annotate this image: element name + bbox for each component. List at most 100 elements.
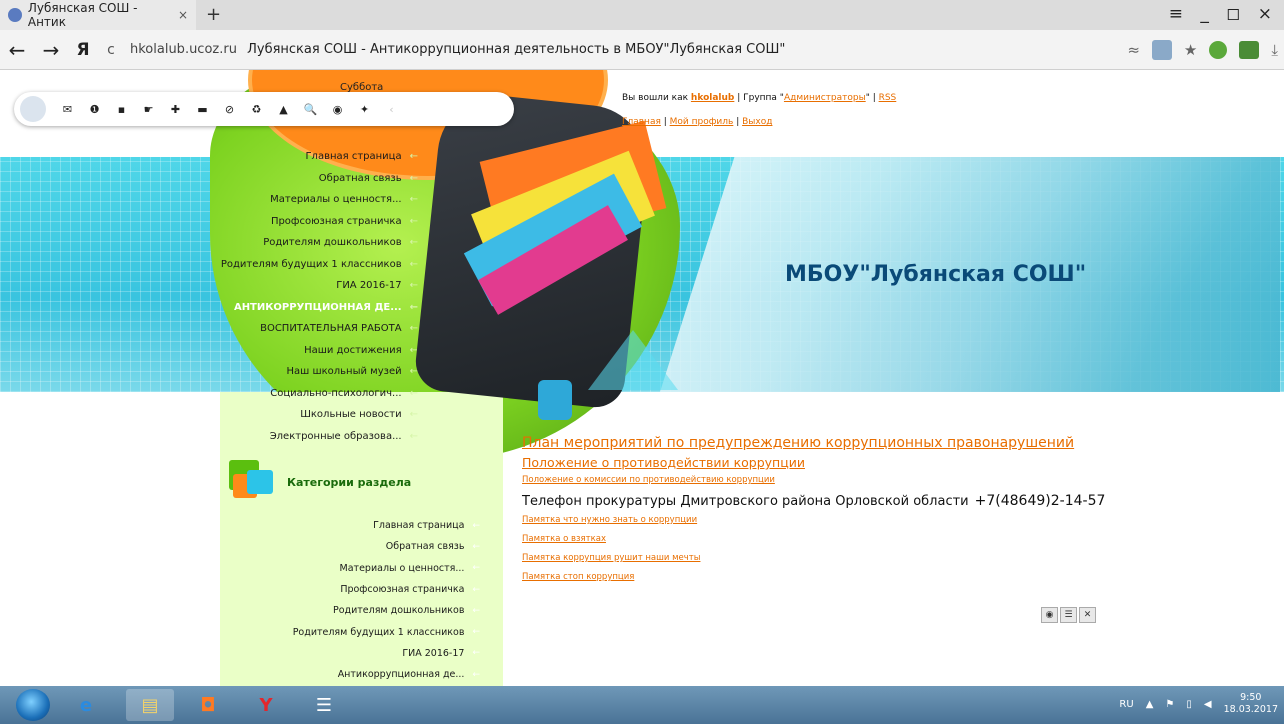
main-menu-item[interactable]: АНТИКОРРУПЦИОННАЯ ДЕ... ← bbox=[212, 297, 418, 319]
phone-text: Телефон прокуратуры Дмитровского района … bbox=[522, 494, 969, 509]
file-icon[interactable]: ▪ bbox=[108, 103, 135, 116]
memo-link[interactable]: Памятка о взятках bbox=[522, 534, 1262, 553]
main-menu-item[interactable]: Наш школьный музей ← bbox=[212, 361, 418, 383]
admin-toolbar: ✉ ❶ ▪ ☛ ✚ ▬ ⊘ ♻ ▲ 🔍 ◉ ✦ ‹ bbox=[14, 92, 514, 126]
logout-link[interactable]: Выход bbox=[742, 117, 772, 127]
memo-link[interactable]: Памятка коррупция рушит наши мечты bbox=[522, 553, 1262, 572]
tools-icon[interactable]: ✦ bbox=[351, 103, 378, 116]
extension-icon[interactable] bbox=[1209, 41, 1228, 59]
tab-close-button[interactable]: × bbox=[178, 8, 188, 22]
reload-button[interactable]: c bbox=[98, 42, 124, 58]
group-link[interactable]: Администраторы bbox=[784, 93, 866, 103]
main-menu-item-label: Электронные образова... bbox=[269, 430, 402, 442]
category-item[interactable]: Материалы о ценностя... ← bbox=[240, 558, 480, 579]
web-page: МБОУ"Лубянская СОШ" Суббота Главная стра… bbox=[0, 70, 1284, 686]
category-item[interactable]: Главная страница ← bbox=[240, 515, 480, 536]
main-menu-item[interactable]: Обратная связь ← bbox=[212, 168, 418, 190]
profile-link[interactable]: Мой профиль bbox=[670, 117, 734, 127]
username-link[interactable]: hkolalub bbox=[691, 93, 734, 103]
main-menu-item[interactable]: Электронные образова... ← bbox=[212, 426, 418, 448]
main-menu-item-label: Главная страница bbox=[305, 151, 402, 163]
info-icon[interactable]: ❶ bbox=[81, 103, 108, 116]
forward-button[interactable]: → bbox=[34, 38, 68, 62]
explorer-taskbar-icon[interactable]: ▤ bbox=[126, 689, 174, 721]
main-menu-item[interactable]: Материалы о ценностя... ← bbox=[212, 189, 418, 211]
start-button[interactable] bbox=[16, 689, 50, 721]
login-info: Вы вошли как hkolalub | Группа "Админист… bbox=[622, 93, 896, 103]
view-icon[interactable]: ◉ bbox=[1041, 607, 1058, 623]
add-icon[interactable]: ✚ bbox=[162, 103, 189, 116]
avatar[interactable] bbox=[20, 96, 46, 122]
main-menu-item-label: Социально-психологич... bbox=[270, 387, 402, 399]
category-item[interactable]: Профсоюзная страничка ← bbox=[240, 579, 480, 600]
ie-taskbar-icon[interactable]: e bbox=[62, 689, 110, 721]
main-menu-item[interactable]: Социально-психологич... ← bbox=[212, 383, 418, 405]
commission-link[interactable]: Положение о комиссии по противодействию … bbox=[522, 475, 1262, 493]
translate-icon[interactable] bbox=[1151, 40, 1172, 60]
plan-link[interactable]: План мероприятий по предупреждению корру… bbox=[522, 435, 1262, 455]
delete-icon[interactable]: ✕ bbox=[1079, 607, 1096, 623]
trash-icon[interactable]: ♻ bbox=[243, 103, 270, 116]
regulation-link[interactable]: Положение о противодействии коррупции bbox=[522, 455, 1262, 475]
url-field[interactable]: hkolalub.ucoz.ru Лубянская СОШ - Антикор… bbox=[130, 42, 785, 57]
eye-icon[interactable]: ◉ bbox=[324, 103, 351, 116]
category-item-label: Родителям дошкольников bbox=[332, 605, 465, 617]
bookmark-star-icon[interactable]: ★ bbox=[1184, 41, 1197, 59]
extension-icon-2[interactable] bbox=[1239, 41, 1260, 59]
collapse-icon[interactable]: ‹ bbox=[378, 103, 405, 116]
main-menu-item-label: Родителям дошкольников bbox=[263, 237, 402, 249]
tab-title: Лубянская СОШ - Антик bbox=[27, 1, 138, 29]
main-menu-item[interactable]: Главная страница ← bbox=[212, 146, 418, 168]
new-tab-button[interactable]: + bbox=[206, 4, 221, 25]
categories-icon bbox=[229, 460, 273, 502]
bell-icon[interactable]: ▲ bbox=[270, 103, 297, 116]
category-item[interactable]: ГИА 2016-17 ← bbox=[240, 643, 480, 664]
memo-link[interactable]: Памятка стоп коррупция bbox=[522, 572, 1262, 591]
home-link[interactable]: Главная bbox=[622, 117, 661, 127]
volume-icon[interactable]: ◀ bbox=[1204, 699, 1212, 710]
yandex-button[interactable]: Я bbox=[68, 40, 98, 60]
main-menu-item-label: Наш школьный музей bbox=[286, 366, 402, 378]
battery-icon[interactable]: ▯ bbox=[1186, 699, 1192, 710]
main-menu-item[interactable]: Школьные новости ← bbox=[212, 404, 418, 426]
folder-icon[interactable]: ▬ bbox=[189, 103, 216, 116]
address-bar-tools: ≈ ★ ⤓ bbox=[1127, 40, 1278, 60]
mail-icon[interactable]: ✉ bbox=[54, 103, 81, 116]
block-icon[interactable]: ⊘ bbox=[216, 103, 243, 116]
document-taskbar-icon[interactable]: ☰ bbox=[300, 689, 348, 721]
rss-link[interactable]: RSS bbox=[879, 93, 897, 103]
category-item[interactable]: Обратная связь ← bbox=[240, 536, 480, 557]
back-button[interactable]: ← bbox=[0, 38, 34, 62]
link-separator: | bbox=[660, 117, 670, 127]
yandex-browser-taskbar-icon[interactable]: Y bbox=[242, 689, 290, 721]
chat-icon[interactable]: ☛ bbox=[135, 103, 162, 116]
main-menu-item[interactable]: Родителям дошкольников ← bbox=[212, 232, 418, 254]
phone-line: Телефон прокуратуры Дмитровского района … bbox=[522, 493, 1262, 515]
media-taskbar-icon[interactable]: ◘ bbox=[184, 689, 232, 721]
search-icon[interactable]: 🔍 bbox=[297, 103, 324, 116]
protect-icon[interactable]: ≈ bbox=[1127, 41, 1140, 59]
category-item[interactable]: Антикоррупционная де... ← bbox=[240, 664, 480, 685]
menu-arrow-icon: ← bbox=[472, 627, 480, 638]
category-item-label: Антикоррупционная де... bbox=[337, 669, 465, 681]
main-menu-item[interactable]: ГИА 2016-17 ← bbox=[212, 275, 418, 297]
download-icon[interactable]: ⤓ bbox=[1271, 41, 1278, 59]
category-item[interactable]: Родителям дошкольников ← bbox=[240, 600, 480, 621]
logged-in-prefix: Вы вошли как bbox=[622, 93, 689, 103]
window-controls[interactable]: ≡ _ ◻ × bbox=[1169, 4, 1278, 24]
site-favicon-icon bbox=[8, 8, 22, 22]
main-menu-item[interactable]: ВОСПИТАТЕЛЬНАЯ РАБОТА ← bbox=[212, 318, 418, 340]
browser-tab[interactable]: Лубянская СОШ - Антик × bbox=[0, 0, 196, 30]
flag-icon[interactable]: ⚑ bbox=[1165, 699, 1174, 710]
url-domain: hkolalub.ucoz.ru bbox=[130, 42, 237, 57]
edit-icon[interactable]: ☰ bbox=[1060, 607, 1077, 623]
main-menu-item[interactable]: Профсоюзная страничка ← bbox=[212, 211, 418, 233]
main-menu-item[interactable]: Наши достижения ← bbox=[212, 340, 418, 362]
language-indicator[interactable]: RU bbox=[1119, 699, 1133, 710]
tray-arrow-icon[interactable]: ▲ bbox=[1146, 699, 1154, 710]
clock[interactable]: 9:50 18.03.2017 bbox=[1224, 692, 1278, 716]
memo-link[interactable]: Памятка что нужно знать о коррупции bbox=[522, 515, 1262, 534]
main-menu-item-label: ВОСПИТАТЕЛЬНАЯ РАБОТА bbox=[260, 323, 402, 335]
category-item[interactable]: Родителям будущих 1 классников ← bbox=[240, 621, 480, 642]
main-menu-item[interactable]: Родителям будущих 1 классников ← bbox=[212, 254, 418, 276]
